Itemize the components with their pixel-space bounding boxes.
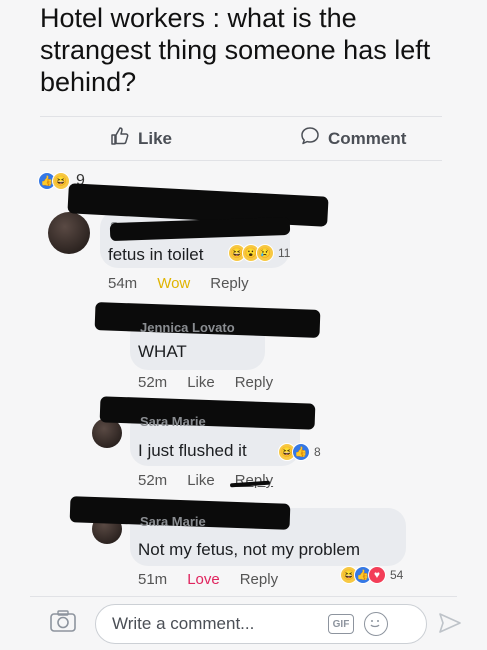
- comment-time[interactable]: 52m: [138, 472, 167, 489]
- comment-meta: 54m Wow Reply: [108, 275, 249, 292]
- gif-icon[interactable]: GIF: [328, 614, 354, 634]
- comment-text: WHAT: [138, 342, 187, 361]
- post-text: Hotel workers : what is the strangest th…: [40, 3, 431, 97]
- like-reaction-icon: 👍: [292, 443, 310, 461]
- like-button[interactable]: Like: [110, 126, 172, 151]
- comment-meta: 51m Love Reply: [138, 571, 278, 588]
- comment-time[interactable]: 52m: [138, 374, 167, 391]
- comment-reactions[interactable]: 😆 👍 8: [278, 443, 321, 461]
- comment-author[interactable]: Jennica Lovato: [140, 320, 235, 335]
- comment-reaction-count: 11: [278, 246, 291, 260]
- comment-meta: 52m Like Reply: [138, 472, 273, 489]
- comment-text: fetus in toilet: [108, 245, 204, 264]
- comment-reactions[interactable]: 😆 👍 ♥ 54: [340, 566, 403, 584]
- wow-link[interactable]: Wow: [157, 275, 190, 292]
- like-link[interactable]: Like: [187, 472, 215, 489]
- comment-time[interactable]: 51m: [138, 571, 167, 588]
- reply-link[interactable]: Reply: [235, 374, 273, 391]
- comment-author[interactable]: Sara Marie: [140, 514, 206, 529]
- divider: [40, 116, 442, 117]
- comment-reaction-count: 54: [390, 568, 404, 582]
- comment-composer[interactable]: Write a comment... GIF: [95, 604, 427, 644]
- send-icon[interactable]: [438, 612, 462, 639]
- comment-meta: 52m Like Reply: [138, 374, 273, 391]
- comment-text: Not my fetus, not my problem: [138, 540, 361, 559]
- comment-text: I just flushed it: [138, 441, 247, 460]
- comment-label: Comment: [328, 128, 407, 148]
- comment-reaction-count: 8: [314, 445, 321, 459]
- like-link[interactable]: Like: [187, 374, 215, 391]
- camera-icon[interactable]: [50, 610, 76, 637]
- composer-placeholder: Write a comment...: [112, 614, 255, 633]
- comment-time[interactable]: 54m: [108, 275, 137, 292]
- haha-reaction-icon: 😆: [52, 172, 70, 190]
- comment-reactions[interactable]: 😆 😮 😢 11: [228, 244, 290, 262]
- emoji-icon[interactable]: [364, 612, 388, 636]
- reply-link[interactable]: Reply: [210, 275, 248, 292]
- love-link[interactable]: Love: [187, 571, 220, 588]
- reply-link[interactable]: Reply: [240, 571, 278, 588]
- like-label: Like: [138, 128, 173, 148]
- thumbs-up-icon: [110, 126, 138, 151]
- divider: [30, 596, 457, 597]
- love-reaction-icon: ♥: [368, 566, 386, 584]
- comment-bubble-icon: [300, 126, 328, 151]
- divider: [40, 160, 442, 161]
- comment-author[interactable]: Sara Marie: [140, 414, 206, 429]
- sad-reaction-icon: 😢: [256, 244, 274, 262]
- comment-button[interactable]: Comment: [300, 126, 406, 151]
- avatar[interactable]: [48, 212, 90, 254]
